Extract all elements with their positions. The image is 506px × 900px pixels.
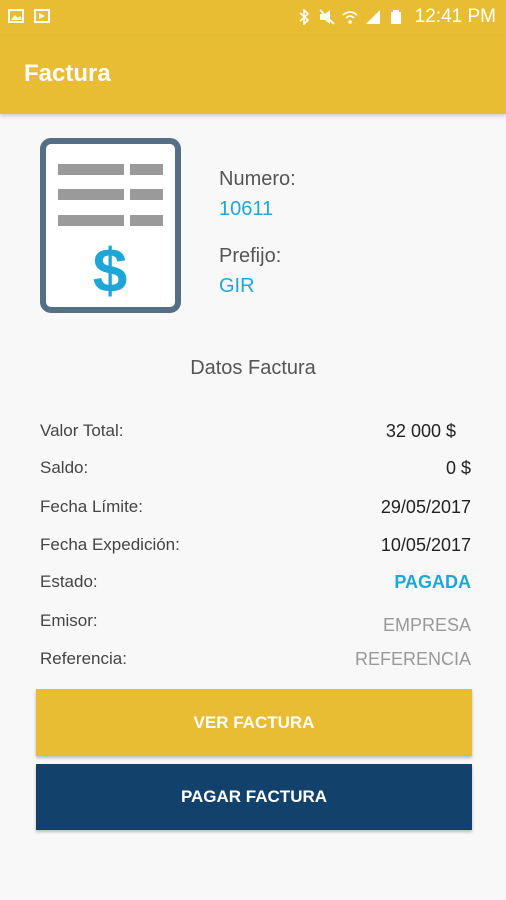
numero-label: Numero: (219, 168, 296, 190)
prefijo-value: GIR (219, 275, 255, 297)
app-bar: Factura (0, 36, 506, 114)
battery-icon (390, 10, 401, 24)
detail-row-fecha-expedicion: Fecha Expedición: 10/05/2017 (40, 535, 471, 561)
detail-row-fecha-limite: Fecha Límite: 29/05/2017 (40, 497, 471, 523)
signal-icon (365, 10, 380, 24)
invoice-document-icon: $ (40, 138, 181, 313)
status-bar: 12:41 PM (0, 0, 506, 36)
detail-label: Emisor: (40, 611, 98, 630)
play-store-notification-icon (34, 9, 50, 23)
detail-value: 32 000 $ (385, 421, 456, 441)
detail-row-emisor: Emisor: EMPRESA (40, 611, 471, 637)
pagar-factura-button[interactable]: PAGAR FACTURA (36, 764, 472, 830)
detail-value: 10/05/2017 (380, 535, 471, 555)
wifi-icon (342, 11, 358, 24)
mute-icon (319, 9, 335, 25)
numero-value: 10611 (219, 198, 274, 220)
section-title: Datos Factura (190, 357, 316, 379)
detail-label: Valor Total: (40, 421, 124, 440)
detail-label: Referencia: (40, 649, 127, 668)
detail-label: Fecha Expedición: (40, 535, 180, 554)
image-notification-icon (8, 9, 24, 23)
detail-value: REFERENCIA (354, 649, 471, 669)
page-title: Factura (24, 60, 111, 87)
svg-text:$: $ (93, 237, 127, 306)
detail-value: 29/05/2017 (380, 497, 471, 517)
detail-label: Fecha Límite: (40, 497, 143, 516)
detail-row-estado: Estado: PAGADA (40, 572, 471, 598)
detail-value: EMPRESA (382, 615, 471, 635)
detail-row-saldo: Saldo: 0 $ (40, 458, 471, 484)
status-badge: PAGADA (394, 572, 471, 592)
detail-row-referencia: Referencia: REFERENCIA (40, 649, 471, 675)
prefijo-label: Prefijo: (219, 245, 282, 267)
detail-label: Estado: (40, 572, 98, 591)
detail-row-valor-total: Valor Total: 32 000 $ (40, 421, 471, 447)
clock: 12:41 PM (414, 6, 496, 27)
ver-factura-button[interactable]: VER FACTURA (36, 689, 472, 756)
detail-label: Saldo: (40, 458, 89, 477)
bluetooth-icon (299, 9, 309, 25)
detail-value: 0 $ (445, 458, 471, 478)
